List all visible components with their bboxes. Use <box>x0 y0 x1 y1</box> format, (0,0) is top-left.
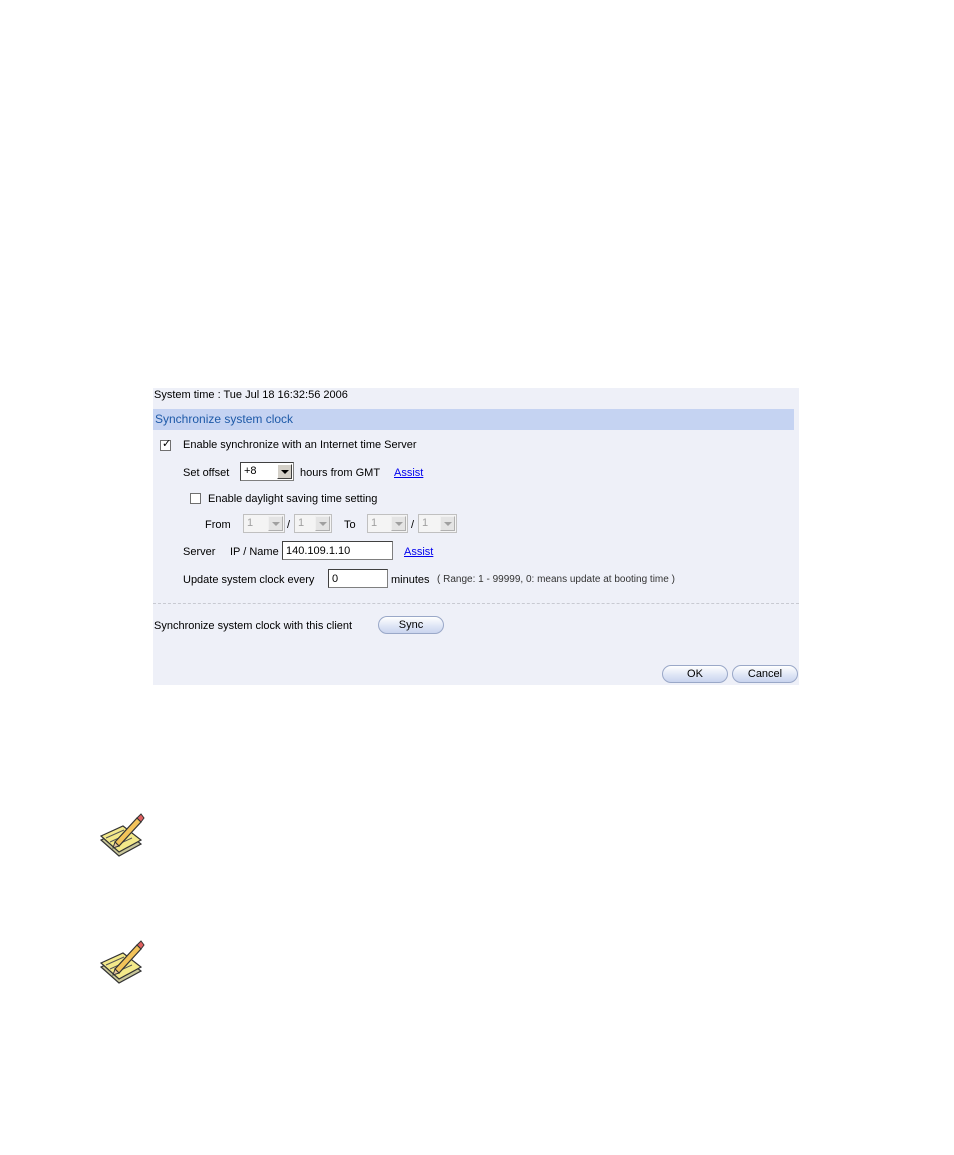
update-label: Update system clock every <box>183 574 315 586</box>
update-interval-input[interactable] <box>328 569 388 588</box>
from-day-value: 1 <box>298 517 305 529</box>
chevron-down-icon <box>277 464 292 479</box>
to-day-select[interactable]: 1 <box>418 514 457 533</box>
to-month-select[interactable]: 1 <box>367 514 408 533</box>
to-label: To <box>344 519 356 531</box>
to-day-value: 1 <box>422 517 429 529</box>
server-label: Server <box>183 546 216 558</box>
to-month-value: 1 <box>371 517 378 529</box>
time-settings-panel: System time : Tue Jul 18 16:32:56 2006 S… <box>153 388 799 685</box>
from-month-select[interactable]: 1 <box>243 514 285 533</box>
enable-sync-checkbox[interactable]: ✓ <box>160 438 172 451</box>
from-slash: / <box>287 519 291 531</box>
offset-select[interactable]: +8 <box>240 462 294 481</box>
sync-button[interactable]: Sync <box>378 616 444 634</box>
enable-sync-label: Enable synchronize with an Internet time… <box>183 439 417 451</box>
from-month-value: 1 <box>247 517 254 529</box>
server-assist-link[interactable]: Assist <box>404 545 433 559</box>
update-hint: ( Range: 1 - 99999, 0: means update at b… <box>437 574 675 585</box>
ok-button[interactable]: OK <box>662 665 728 683</box>
chevron-down-icon <box>315 516 330 531</box>
from-day-select[interactable]: 1 <box>294 514 332 533</box>
from-label: From <box>205 519 231 531</box>
to-slash: / <box>411 519 415 531</box>
chevron-down-icon <box>391 516 406 531</box>
dst-checkbox[interactable] <box>190 493 201 504</box>
chevron-down-icon <box>440 516 455 531</box>
offset-label: Set offset <box>183 467 230 479</box>
dst-label: Enable daylight saving time setting <box>208 493 378 505</box>
cancel-button[interactable]: Cancel <box>732 665 798 683</box>
offset-suffix: hours from GMT <box>300 467 381 479</box>
server-input[interactable] <box>282 541 393 560</box>
divider <box>153 603 799 604</box>
system-time-text: System time : Tue Jul 18 16:32:56 2006 <box>154 389 348 401</box>
client-sync-label: Synchronize system clock with this clien… <box>154 620 353 632</box>
server-sublabel: IP / Name <box>230 546 279 558</box>
offset-assist-link[interactable]: Assist <box>394 466 423 480</box>
check-mark-icon: ✓ <box>162 438 172 450</box>
offset-value: +8 <box>244 465 257 477</box>
note-pencil-icon <box>99 813 145 857</box>
note-pencil-icon <box>99 940 145 984</box>
chevron-down-icon <box>268 516 283 531</box>
section-header: Synchronize system clock <box>153 409 794 430</box>
update-unit: minutes <box>391 574 430 586</box>
